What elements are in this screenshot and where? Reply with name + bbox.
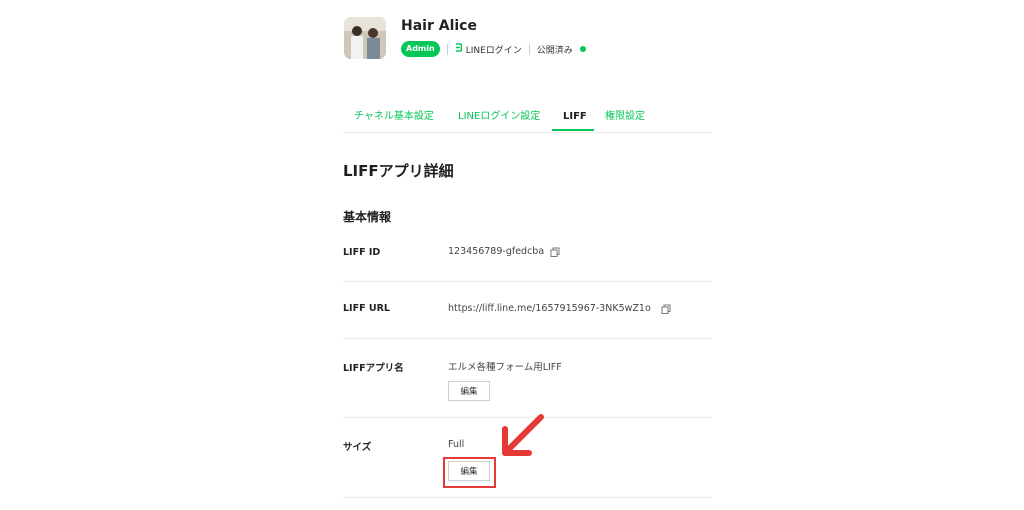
copy-icon[interactable] <box>550 247 560 257</box>
size-value: Full <box>448 439 465 450</box>
app-name-edit-button[interactable]: 編集 <box>448 381 490 401</box>
meta-divider <box>528 43 530 55</box>
liff-id-value: 123456789-gfedcba <box>448 246 560 257</box>
tab-line-login-settings[interactable]: LINEログイン設定 <box>458 103 540 131</box>
channel-type-label: LINEログイン <box>465 45 522 56</box>
liff-url-value: https://liff.line.me/1657915967-3NK5wZ1o <box>448 303 671 314</box>
row-divider <box>343 281 712 282</box>
liff-app-name-value: エルメ各種フォーム用LIFF <box>448 362 562 373</box>
channel-avatar <box>344 17 386 59</box>
liff-id-label: LIFF ID <box>343 247 381 258</box>
liff-id-text: 123456789-gfedcba <box>448 246 545 257</box>
tab-bar: チャネル基本設定 LINEログイン設定 LIFF 権限設定 <box>343 103 712 133</box>
tab-liff[interactable]: LIFF <box>563 103 587 131</box>
copy-icon[interactable] <box>661 304 671 314</box>
highlight-box <box>443 457 496 488</box>
channel-status: 公開済み <box>537 43 586 56</box>
liff-url-text: https://liff.line.me/1657915967-3NK5wZ1o <box>448 303 651 314</box>
tab-permission-settings[interactable]: 権限設定 <box>605 103 645 131</box>
size-label: サイズ <box>343 442 372 453</box>
meta-divider <box>446 43 448 55</box>
liff-url-label: LIFF URL <box>343 303 390 314</box>
row-divider <box>343 497 712 498</box>
channel-meta: Admin LINEログイン 公開済み <box>401 41 586 57</box>
red-arrow-icon <box>497 411 547 461</box>
admin-badge: Admin <box>401 41 440 57</box>
row-divider <box>343 338 712 339</box>
tab-channel-basic-settings[interactable]: チャネル基本設定 <box>354 103 434 131</box>
channel-status-label: 公開済み <box>536 45 573 56</box>
channel-name: Hair Alice <box>401 18 477 34</box>
status-dot-icon <box>579 46 586 52</box>
section-title: 基本情報 <box>343 210 392 224</box>
active-tab-indicator <box>552 129 594 131</box>
channel-type: LINEログイン <box>455 43 522 56</box>
liff-app-name-label: LIFFアプリ名 <box>343 363 404 374</box>
line-login-icon <box>455 43 463 55</box>
page-title: LIFFアプリ詳細 <box>343 162 454 180</box>
